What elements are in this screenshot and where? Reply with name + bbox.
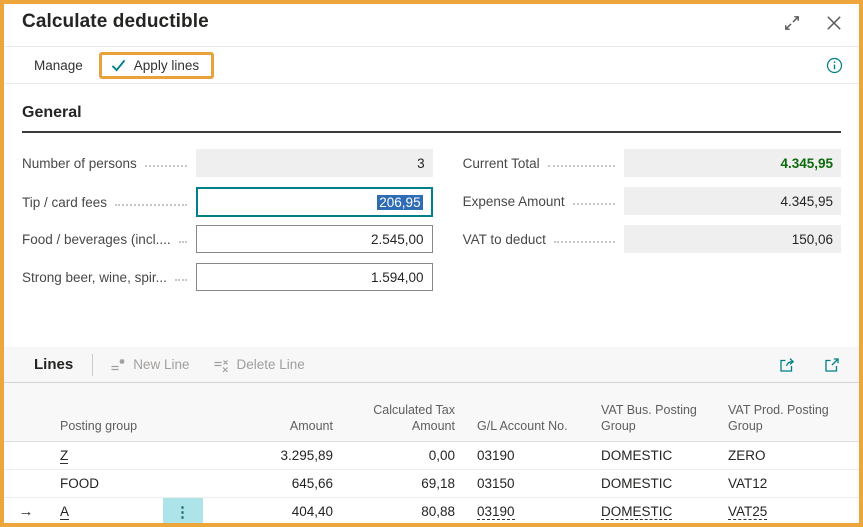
toolbar-divider <box>92 354 93 376</box>
food-beverages-input[interactable]: 2.545,00 <box>196 225 433 253</box>
vat-to-deduct-label: VAT to deduct <box>463 232 546 247</box>
posting-group-link[interactable]: Z <box>60 448 68 464</box>
amount-cell[interactable]: 645,66 <box>203 476 333 491</box>
delete-line-button[interactable]: Delete Line <box>213 357 304 373</box>
general-left-column: Number of persons 3 Tip / card fees 206,… <box>22 149 433 301</box>
header-posting-group[interactable]: Posting group <box>48 418 163 434</box>
dotted-leader <box>115 204 187 206</box>
gl-account-cell[interactable]: 03190 <box>455 448 601 463</box>
info-icon[interactable] <box>826 57 843 74</box>
new-line-button[interactable]: New Line <box>110 357 189 373</box>
field-current-total: Current Total 4.345,95 <box>463 149 841 177</box>
check-icon <box>111 59 126 72</box>
calculated-tax-cell[interactable]: 69,18 <box>333 476 455 491</box>
header-vat-bus-posting-group[interactable]: VAT Bus. Posting Group <box>601 402 728 435</box>
current-total-field: 4.345,95 <box>624 149 841 177</box>
open-in-new-window-icon[interactable] <box>823 356 841 374</box>
number-of-persons-field: 3 <box>196 149 433 177</box>
table-row[interactable]: FOOD 645,66 69,18 03150 DOMESTIC VAT12 <box>4 470 859 498</box>
calculate-deductible-dialog: Calculate deductible Manage Ap <box>0 0 863 527</box>
food-beverages-label: Food / beverages (incl.... <box>22 232 171 247</box>
delete-line-icon <box>213 357 229 373</box>
field-vat-to-deduct: VAT to deduct 150,06 <box>463 225 841 253</box>
vat-prod-cell[interactable]: VAT25 <box>728 504 767 520</box>
action-bar: Manage Apply lines <box>4 46 859 84</box>
lines-table: Posting group Amount Calculated Tax Amou… <box>4 383 859 526</box>
field-number-of-persons: Number of persons 3 <box>22 149 433 177</box>
field-tip-card-fees: Tip / card fees 206,95 <box>22 187 433 217</box>
tip-card-fees-label: Tip / card fees <box>22 195 107 210</box>
row-menu-ellipsis-button[interactable]: ⋮ <box>163 498 203 525</box>
vat-prod-cell[interactable]: VAT12 <box>728 476 859 491</box>
lines-toolbar: Lines New Line <box>4 347 859 383</box>
posting-group-link[interactable]: A <box>60 504 69 520</box>
delete-line-label: Delete Line <box>236 357 304 372</box>
lines-table-header: Posting group Amount Calculated Tax Amou… <box>4 383 859 442</box>
general-right-column: Current Total 4.345,95 Expense Amount 4.… <box>463 149 841 301</box>
header-calculated-tax-amount[interactable]: Calculated Tax Amount <box>333 402 455 435</box>
strong-beer-wine-input[interactable]: 1.594,00 <box>196 263 433 291</box>
lines-section: Lines New Line <box>4 347 859 526</box>
tip-card-fees-input[interactable]: 206,95 <box>196 187 433 217</box>
gl-account-cell[interactable]: 03150 <box>455 476 601 491</box>
vat-bus-cell[interactable]: DOMESTIC <box>601 504 672 520</box>
strong-beer-wine-label: Strong beer, wine, spir... <box>22 270 167 285</box>
dotted-leader <box>175 279 187 281</box>
amount-cell[interactable]: 3.295,89 <box>203 448 333 463</box>
dotted-leader <box>179 241 187 243</box>
selected-row-arrow-icon: → <box>19 503 34 520</box>
dotted-leader <box>548 165 615 167</box>
calculated-tax-cell[interactable]: 80,88 <box>333 504 455 519</box>
table-row-selected[interactable]: → A ⋮ 404,40 80,88 03190 DOMESTIC VAT25 <box>4 498 859 526</box>
selected-input-text: 206,95 <box>377 195 422 210</box>
page-title: Calculate deductible <box>22 11 209 33</box>
vat-bus-cell[interactable]: DOMESTIC <box>601 448 728 463</box>
apply-lines-highlight-box: Apply lines <box>99 52 214 79</box>
vat-prod-cell[interactable]: ZERO <box>728 448 859 463</box>
general-section-title: General <box>22 104 841 133</box>
expense-amount-field: 4.345,95 <box>624 187 841 215</box>
field-strong-beer-wine: Strong beer, wine, spir... 1.594,00 <box>22 263 433 291</box>
row-menu-cell <box>163 470 203 497</box>
lines-section-title: Lines <box>34 356 73 373</box>
vat-to-deduct-field: 150,06 <box>624 225 841 253</box>
dotted-leader <box>145 165 187 167</box>
share-icon[interactable] <box>778 356 796 374</box>
header-gl-account-no[interactable]: G/L Account No. <box>455 418 601 434</box>
field-food-beverages: Food / beverages (incl.... 2.545,00 <box>22 225 433 253</box>
header-vat-prod-posting-group[interactable]: VAT Prod. Posting Group <box>728 402 859 435</box>
calculated-tax-cell[interactable]: 0,00 <box>333 448 455 463</box>
vat-bus-cell[interactable]: DOMESTIC <box>601 476 728 491</box>
amount-cell[interactable]: 404,40 <box>203 504 333 519</box>
row-menu-cell <box>163 442 203 469</box>
posting-group-cell[interactable]: FOOD <box>48 476 163 491</box>
header-amount[interactable]: Amount <box>203 418 333 434</box>
gl-account-cell[interactable]: 03190 <box>477 504 515 520</box>
header-row-menu-column <box>163 383 203 434</box>
new-line-icon <box>110 357 126 373</box>
field-expense-amount: Expense Amount 4.345,95 <box>463 187 841 215</box>
general-section: General Number of persons 3 Tip / card f… <box>4 104 859 301</box>
dotted-leader <box>573 203 615 205</box>
number-of-persons-label: Number of persons <box>22 156 137 171</box>
manage-menu[interactable]: Manage <box>34 58 83 73</box>
apply-lines-button[interactable]: Apply lines <box>111 58 199 73</box>
expand-window-icon[interactable] <box>783 14 801 32</box>
apply-lines-label: Apply lines <box>134 58 199 73</box>
close-icon[interactable] <box>825 14 843 32</box>
new-line-label: New Line <box>133 357 189 372</box>
expense-amount-label: Expense Amount <box>463 194 565 209</box>
table-row[interactable]: Z 3.295,89 0,00 03190 DOMESTIC ZERO <box>4 442 859 470</box>
titlebar: Calculate deductible <box>4 4 859 46</box>
dotted-leader <box>554 241 615 243</box>
current-total-label: Current Total <box>463 156 540 171</box>
